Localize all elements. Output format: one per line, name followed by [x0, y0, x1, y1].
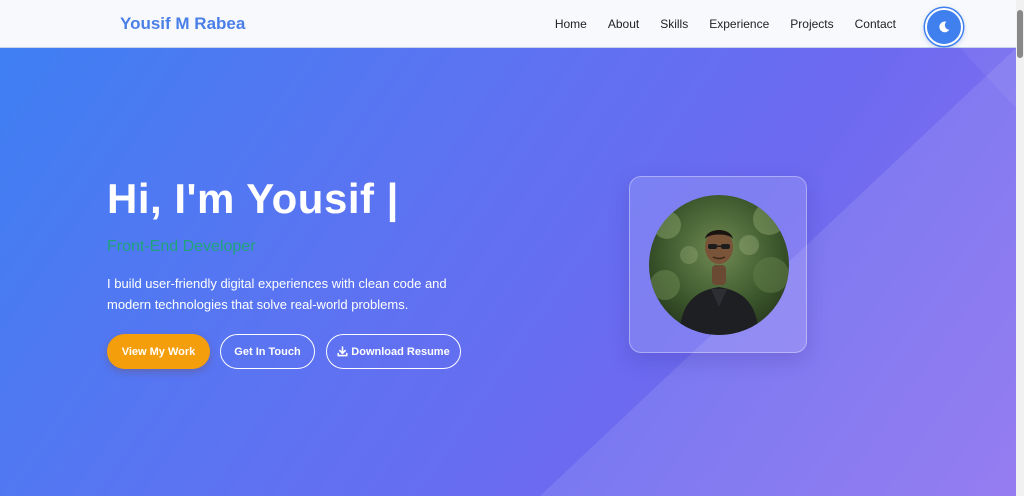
nav-link-projects[interactable]: Projects — [790, 17, 833, 31]
view-my-work-label: View My Work — [121, 345, 196, 358]
nav-link-about[interactable]: About — [608, 17, 639, 31]
nav-links: Home About Skills Experience Projects Co… — [555, 0, 896, 48]
nav-link-contact[interactable]: Contact — [855, 17, 896, 31]
hero-section: Hi, I'm Yousif | Front-End Developer I b… — [0, 48, 1016, 496]
profile-photo — [649, 195, 789, 335]
get-in-touch-label: Get In Touch — [234, 345, 301, 358]
hero-background-shape — [540, 48, 1016, 496]
navbar: Yousif M Rabea Home About Skills Experie… — [0, 0, 1016, 48]
page-scrollbar[interactable] — [1016, 0, 1024, 496]
nav-link-experience[interactable]: Experience — [709, 17, 769, 31]
portfolio-page: Yousif M Rabea Home About Skills Experie… — [0, 0, 1024, 496]
nav-link-home[interactable]: Home — [555, 17, 587, 31]
hero-subtitle: Front-End Developer — [107, 238, 256, 255]
download-icon — [337, 346, 348, 357]
scrollbar-thumb[interactable] — [1017, 10, 1023, 58]
site-logo[interactable]: Yousif M Rabea — [120, 14, 245, 34]
nav-link-skills[interactable]: Skills — [660, 17, 688, 31]
download-resume-button[interactable]: Download Resume — [326, 334, 461, 369]
view-my-work-button[interactable]: View My Work — [107, 334, 210, 369]
hero-title: Hi, I'm Yousif | — [107, 175, 399, 222]
theme-toggle-button[interactable] — [925, 8, 963, 46]
download-resume-label: Download Resume — [351, 345, 450, 358]
moon-icon — [939, 21, 950, 33]
get-in-touch-button[interactable]: Get In Touch — [220, 334, 315, 369]
hero-description: I build user-friendly digital experience… — [107, 276, 447, 312]
profile-photo-card — [629, 176, 807, 353]
